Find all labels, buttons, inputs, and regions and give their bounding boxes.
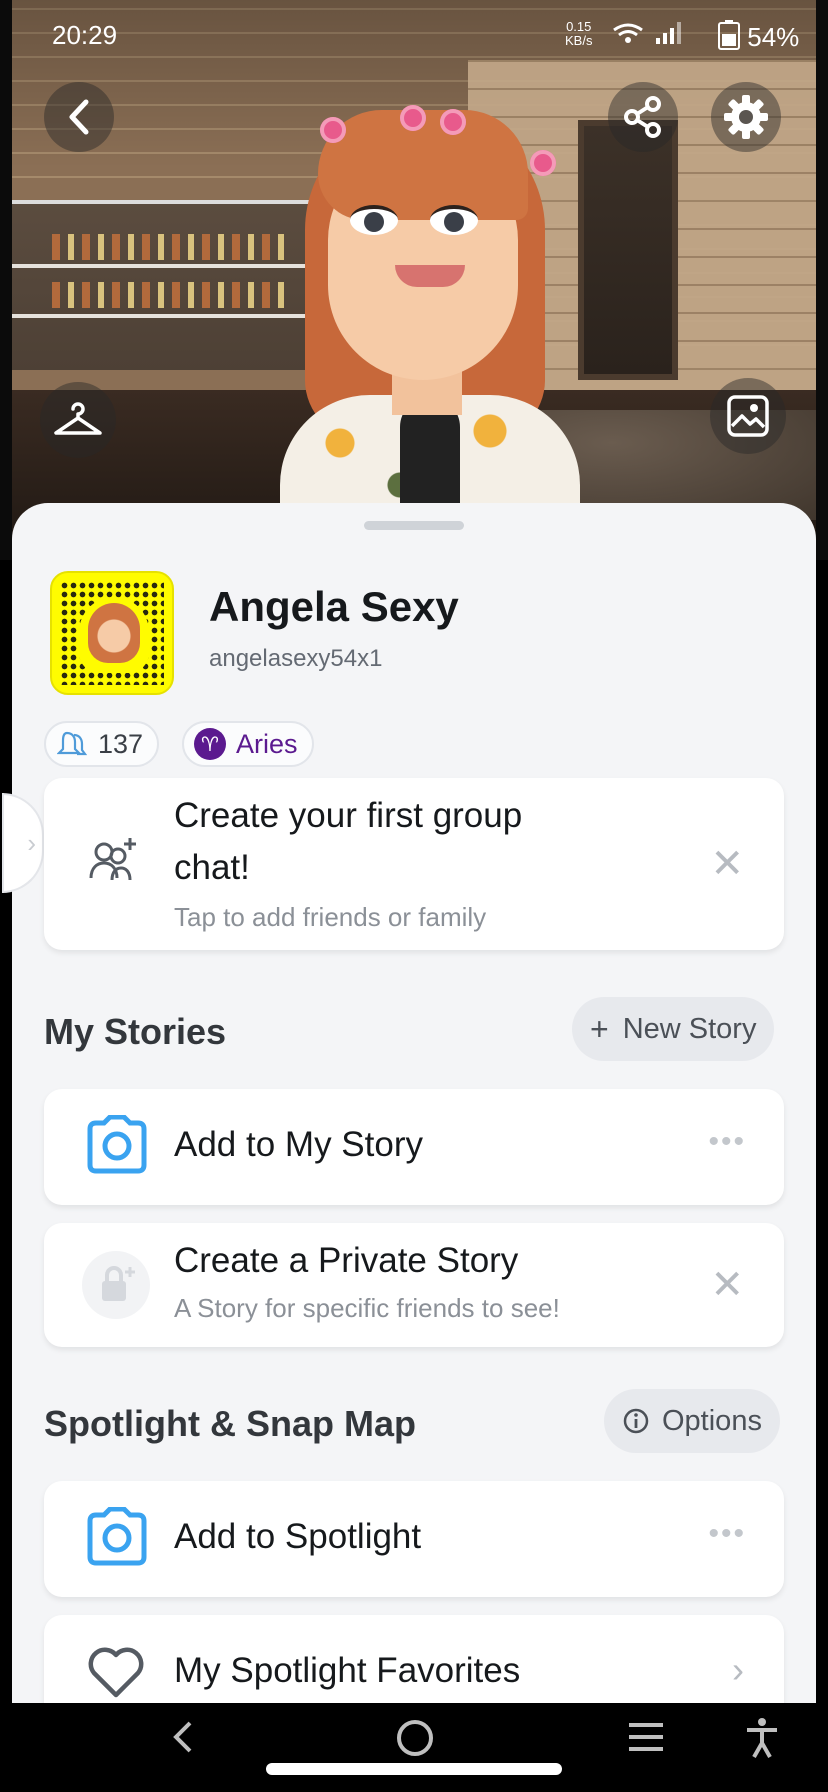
new-story-button[interactable]: + New Story bbox=[572, 997, 775, 1061]
info-icon bbox=[623, 1408, 649, 1434]
settings-button[interactable] bbox=[711, 82, 781, 152]
change-background-button[interactable] bbox=[710, 378, 786, 454]
camera-icon bbox=[87, 1115, 147, 1174]
camera-icon bbox=[87, 1507, 147, 1566]
bitmoji-avatar[interactable] bbox=[280, 95, 580, 515]
friends-count-chip[interactable]: 137 bbox=[44, 721, 160, 767]
add-to-my-story-card[interactable]: Add to My Story ••• bbox=[44, 1089, 784, 1205]
group-chat-subtitle: Tap to add friends or family bbox=[174, 902, 487, 932]
status-bar: 20:29 0.15 KB/s 54% bbox=[0, 0, 828, 70]
group-chat-title-line1: Create your first group bbox=[174, 796, 523, 835]
hanger-icon bbox=[54, 402, 102, 435]
gear-icon bbox=[724, 95, 768, 139]
bitmoji-outfit-button[interactable] bbox=[40, 382, 116, 458]
sheet-grabber[interactable] bbox=[364, 521, 464, 530]
home-indicator[interactable] bbox=[266, 1763, 562, 1775]
more-options-icon[interactable]: ••• bbox=[708, 1125, 746, 1159]
zodiac-label: Aries bbox=[236, 728, 298, 759]
spotlight-options-button[interactable]: Options bbox=[604, 1389, 780, 1453]
signal-wifi-icons bbox=[610, 18, 696, 53]
my-stories-heading: My Stories bbox=[44, 1011, 227, 1052]
chevron-left-icon bbox=[69, 99, 89, 135]
display-name: Angela Sexy bbox=[209, 583, 459, 630]
create-group-chat-card[interactable]: Create your first group chat! Tap to add… bbox=[44, 778, 784, 950]
group-chat-title-line2: chat! bbox=[174, 848, 250, 887]
zodiac-chip[interactable]: ♈ Aries bbox=[182, 721, 314, 767]
side-expand-tab[interactable]: › bbox=[2, 793, 44, 893]
add-to-my-story-label: Add to My Story bbox=[174, 1125, 423, 1164]
image-icon bbox=[727, 395, 769, 437]
nav-back-icon[interactable] bbox=[168, 1717, 198, 1757]
more-options-icon[interactable]: ••• bbox=[708, 1517, 746, 1551]
my-spotlight-favorites-label: My Spotlight Favorites bbox=[174, 1651, 521, 1690]
chevron-right-icon: › bbox=[27, 827, 36, 858]
close-icon: ✕ bbox=[710, 1263, 744, 1307]
add-to-spotlight-card[interactable]: Add to Spotlight ••• bbox=[44, 1481, 784, 1597]
bar-shelf bbox=[12, 200, 312, 370]
plus-icon: + bbox=[590, 1010, 609, 1047]
friends-count: 137 bbox=[98, 728, 144, 759]
network-speed: 0.15 KB/s bbox=[565, 19, 593, 48]
username[interactable]: angelasexy54x1 bbox=[209, 645, 382, 673]
accessibility-icon[interactable] bbox=[744, 1717, 780, 1759]
nav-recents-icon[interactable] bbox=[626, 1717, 666, 1757]
close-icon: ✕ bbox=[710, 842, 744, 886]
dismiss-group-chat-button[interactable]: ✕ bbox=[710, 844, 744, 884]
add-friends-icon bbox=[89, 838, 136, 881]
share-profile-button[interactable] bbox=[608, 82, 678, 152]
friends-icon bbox=[56, 728, 88, 760]
add-to-spotlight-label: Add to Spotlight bbox=[174, 1517, 422, 1556]
nav-home-icon[interactable] bbox=[394, 1717, 436, 1759]
battery-indicator: 54% bbox=[718, 20, 799, 53]
lock-plus-icon bbox=[82, 1251, 150, 1319]
dismiss-private-story-button[interactable]: ✕ bbox=[710, 1265, 744, 1305]
create-private-story-label: Create a Private Story bbox=[174, 1241, 519, 1280]
back-button[interactable] bbox=[44, 82, 114, 152]
snapcode[interactable] bbox=[50, 571, 174, 695]
status-time: 20:29 bbox=[52, 20, 118, 50]
aries-icon: ♈ bbox=[194, 728, 226, 760]
spotlight-heading: Spotlight & Snap Map bbox=[44, 1403, 416, 1444]
profile-sheet: Angela Sexy angelasexy54x1 137 ♈ Aries ›… bbox=[2, 503, 816, 1731]
snapcode-bitmoji bbox=[88, 603, 140, 663]
chevron-right-icon: › bbox=[732, 1649, 744, 1690]
create-private-story-card[interactable]: Create a Private Story A Story for speci… bbox=[44, 1223, 784, 1347]
system-nav-bar bbox=[0, 1703, 828, 1792]
heart-icon bbox=[88, 1647, 144, 1698]
create-private-story-subtitle: A Story for specific friends to see! bbox=[174, 1293, 560, 1323]
share-icon bbox=[624, 96, 661, 138]
profile-background-scene bbox=[0, 0, 828, 560]
